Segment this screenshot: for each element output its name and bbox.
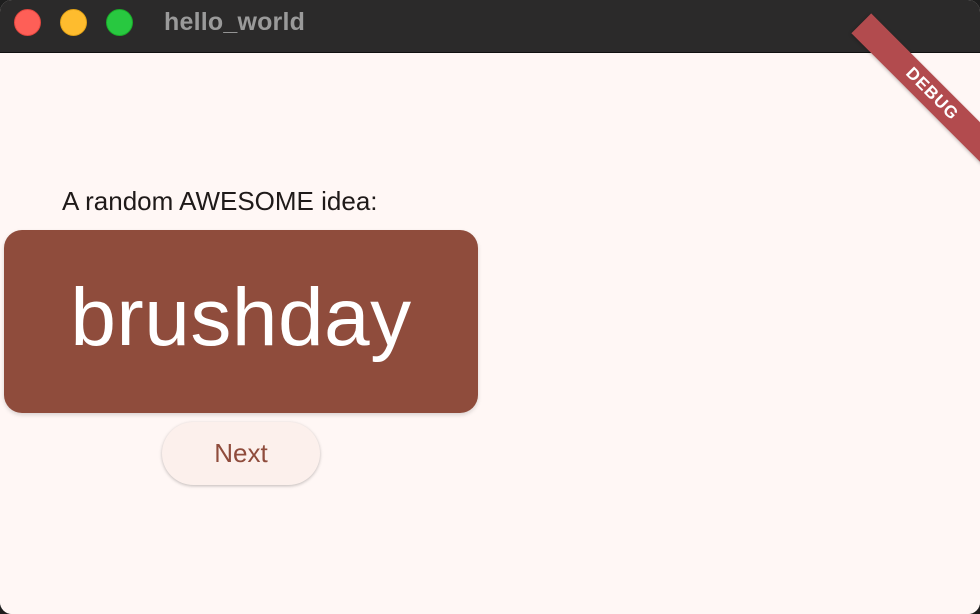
idea-caption: A random AWESOME idea: [62, 186, 378, 216]
title-bar: hello_world [0, 0, 980, 53]
maximize-window-button[interactable] [106, 9, 133, 36]
idea-card: brushday [4, 230, 478, 413]
window-title: hello_world [164, 8, 306, 36]
close-window-button[interactable] [14, 9, 41, 36]
app-window: hello_world DEBUG A random AWESOME idea:… [0, 0, 980, 614]
app-content: DEBUG A random AWESOME idea: brushday Ne… [0, 13, 980, 614]
next-button[interactable]: Next [162, 422, 320, 485]
idea-word: brushday [70, 271, 412, 363]
minimize-window-button[interactable] [60, 9, 87, 36]
